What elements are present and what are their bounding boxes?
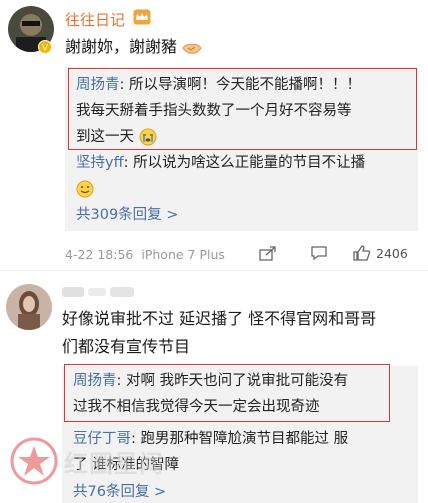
comment-text-content: 謝謝妳，謝謝豬 <box>65 37 178 56</box>
comment-icon <box>311 246 327 261</box>
reply-1[interactable]: 周扬青: 对啊 我昨天也问了说审批可能没有 过我不相信我觉得今天一定会出现奇迹 <box>73 368 348 420</box>
comment-text-line: 好像说审批不过 延迟播了 怪不得官网和哥哥 <box>62 309 377 328</box>
smile-emoji-icon <box>76 180 94 198</box>
comment-1: V 往往日记 謝謝妳，謝謝豬 周扬青: 所以导演啊！今天能不能播啊！！！ 我每天… <box>0 0 428 275</box>
watermark: 红圈星闻 <box>10 437 164 485</box>
timestamp: 4-22 18:56 <box>65 247 134 262</box>
comment-text: 好像说审批不过 延迟播了 怪不得官网和哥哥 们都没有宣传节目 <box>62 305 376 361</box>
comment-button[interactable] <box>310 245 328 261</box>
verified-badge-icon: V <box>38 40 52 54</box>
handshake-emoji-icon <box>182 43 202 54</box>
reply-username[interactable]: 周扬青 <box>76 77 120 93</box>
reply-text: : 对啊 我昨天也问了说审批可能没有 <box>116 373 349 389</box>
reply-text: 到这一天 <box>76 129 134 145</box>
reply-text: : 所以说为啥这么正能量的节目不让播 <box>123 155 366 171</box>
svg-text:V: V <box>42 44 49 54</box>
device: iPhone 7 Plus <box>141 247 225 262</box>
like-count: 2406 <box>376 245 408 261</box>
comment-text-line: 们都没有宣传节目 <box>62 337 191 356</box>
reply-text: 过我不相信我觉得今天一定会出现奇迹 <box>73 399 320 415</box>
like-button[interactable]: 2406 <box>353 245 408 261</box>
blurred-username <box>62 287 134 297</box>
reply-username[interactable]: 周扬青 <box>73 373 117 389</box>
reply-text: 我每天掰着手指头数数了一个月好不容易等 <box>76 103 352 119</box>
reply-1[interactable]: 周扬青: 所以导演啊！今天能不能播啊！！！ 我每天掰着手指头数数了一个月好不容易… <box>76 72 361 150</box>
comment-meta: 4-22 18:56 iPhone 7 Plus <box>65 247 225 262</box>
reply-text: : 所以导演啊！今天能不能播啊！！！ <box>119 77 362 93</box>
reply-2[interactable]: 坚持yff: 所以说为啥这么正能量的节目不让播 <box>76 150 365 202</box>
share-button[interactable] <box>259 245 277 261</box>
crown-badge-icon <box>133 9 151 25</box>
star-logo-icon <box>10 437 58 485</box>
reply-username[interactable]: 坚持yff <box>76 155 124 171</box>
comment-text: 謝謝妳，謝謝豬 <box>65 33 202 61</box>
watermark-text: 红圈星闻 <box>64 449 164 478</box>
crying-emoji-icon <box>139 128 157 146</box>
more-replies-link[interactable]: 共309条回复 > <box>76 203 178 224</box>
share-icon <box>259 246 276 261</box>
avatar[interactable] <box>6 284 52 330</box>
username[interactable]: 往往日记 <box>65 9 125 30</box>
thumbs-up-icon <box>353 245 371 261</box>
